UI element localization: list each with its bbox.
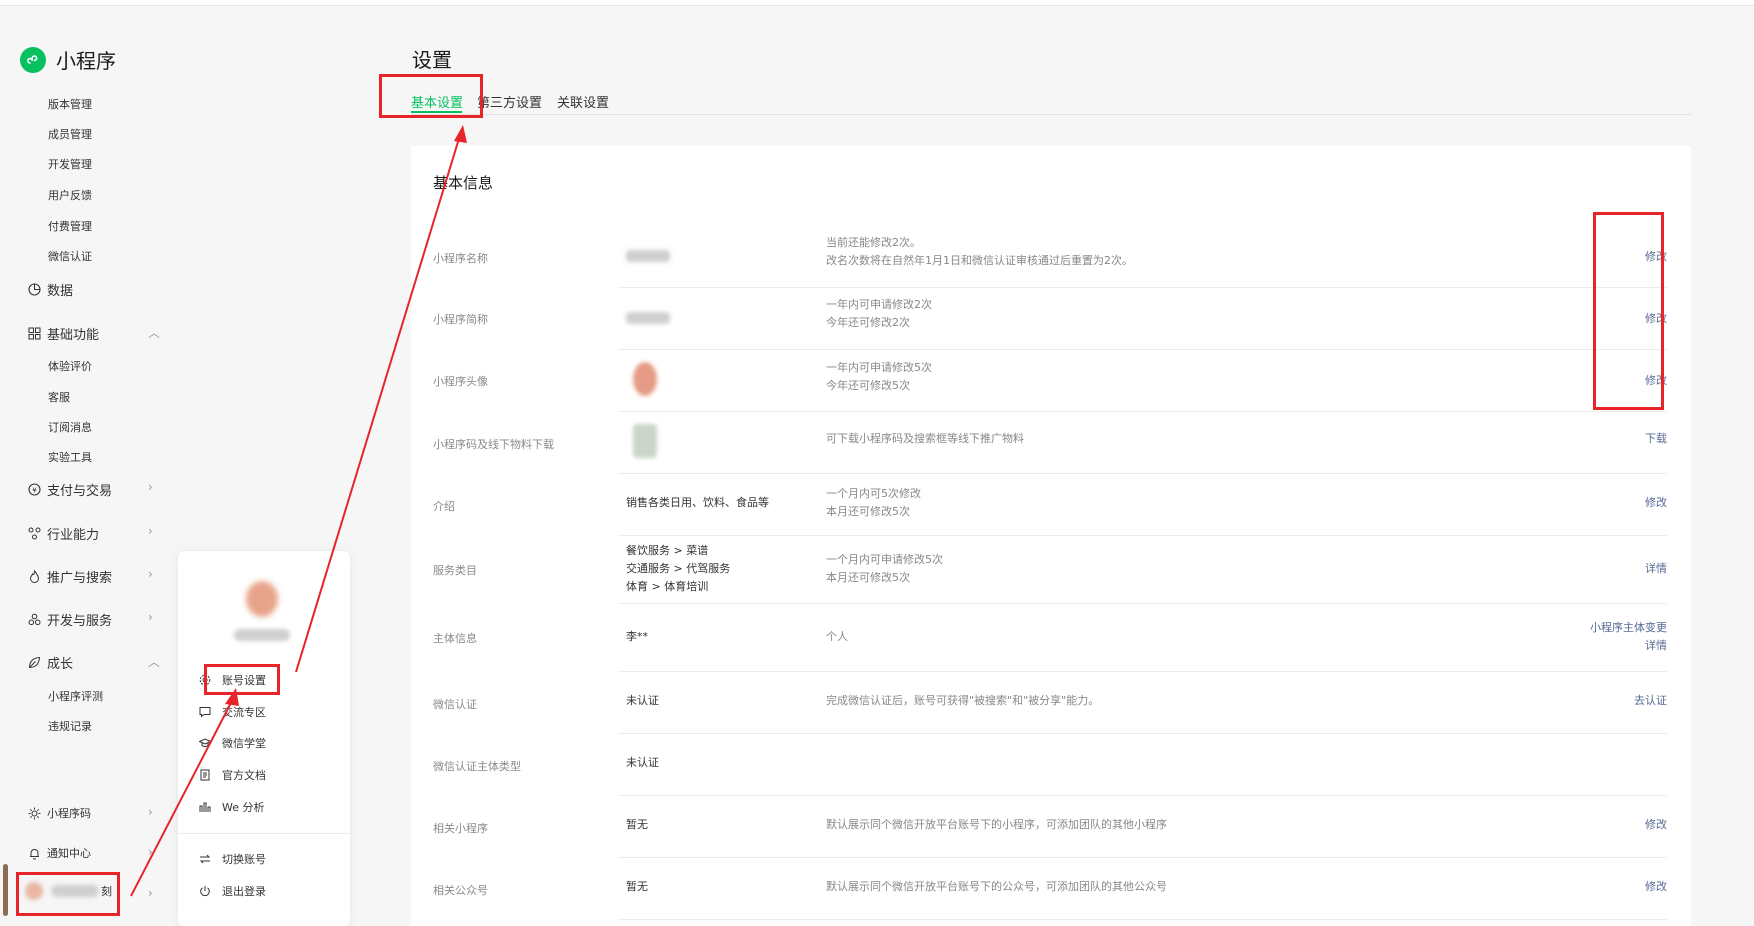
arrow-to-basic-tab: [295, 125, 467, 673]
annotation-arrows: [130, 125, 467, 897]
arrow-to-account-settings: [130, 688, 239, 897]
